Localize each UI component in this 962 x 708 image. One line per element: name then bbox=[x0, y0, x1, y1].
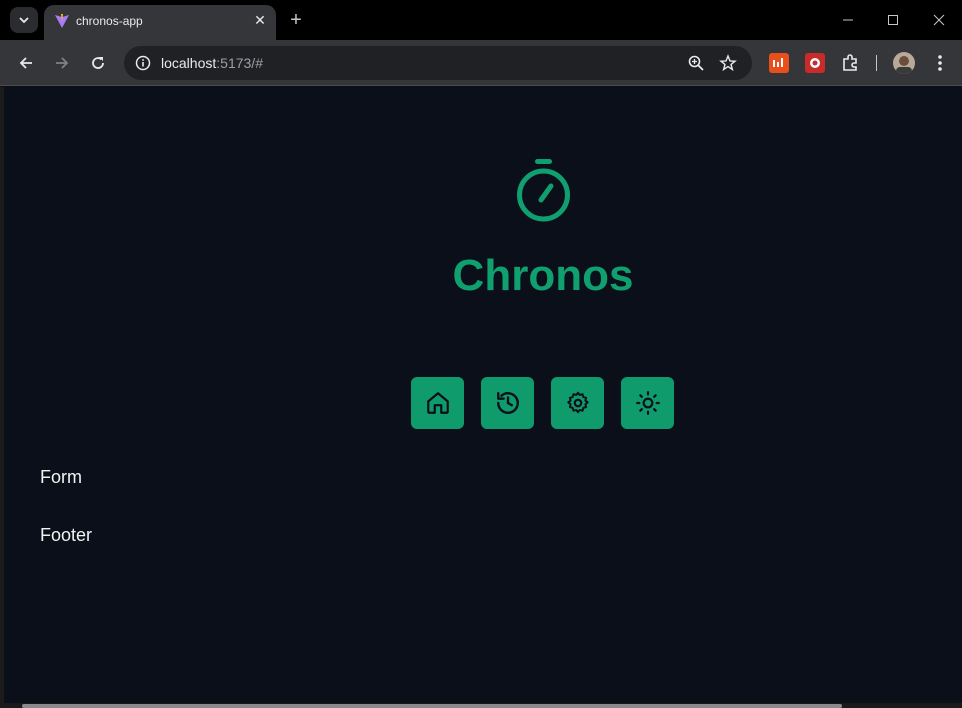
profile-avatar[interactable] bbox=[893, 52, 915, 74]
site-info-icon[interactable] bbox=[134, 54, 152, 72]
url-host: localhost bbox=[161, 55, 217, 71]
url-text[interactable]: localhost:5173/# bbox=[161, 55, 263, 71]
history-icon bbox=[496, 392, 519, 414]
maximize-window-icon[interactable] bbox=[883, 10, 903, 30]
close-window-icon[interactable] bbox=[929, 10, 949, 30]
settings-gear-icon bbox=[566, 391, 589, 414]
new-tab-button[interactable]: + bbox=[286, 10, 306, 30]
arrow-right-icon bbox=[56, 57, 69, 69]
toolbar-divider bbox=[876, 55, 877, 71]
arrow-left-icon bbox=[19, 57, 32, 69]
bookmark-star-icon[interactable] bbox=[719, 54, 737, 72]
theme-toggle-button[interactable] bbox=[621, 377, 674, 429]
footer-section-placeholder: Footer bbox=[40, 525, 93, 545]
settings-button[interactable] bbox=[551, 377, 604, 429]
app-page: Chronos Form Footer bbox=[4, 87, 962, 704]
app-title: Chronos bbox=[452, 251, 634, 300]
forward-button[interactable] bbox=[50, 51, 74, 75]
more-menu-icon[interactable] bbox=[928, 51, 952, 75]
back-button[interactable] bbox=[14, 51, 38, 75]
url-path: :5173/# bbox=[216, 55, 263, 71]
browser-toolbar: localhost:5173/# bbox=[0, 40, 962, 86]
tab-search-button[interactable] bbox=[10, 7, 38, 33]
extension-one-icon[interactable] bbox=[769, 53, 789, 73]
chevron-down-icon bbox=[19, 17, 29, 24]
app-nav bbox=[411, 377, 674, 429]
home-icon bbox=[426, 392, 449, 414]
stopwatch-logo-icon bbox=[517, 159, 570, 222]
reload-icon bbox=[92, 57, 104, 69]
address-bar[interactable]: localhost:5173/# bbox=[124, 46, 752, 80]
reload-button[interactable] bbox=[86, 51, 110, 75]
tab-title: chronos-app bbox=[76, 14, 143, 28]
horizontal-scrollbar-thumb[interactable] bbox=[22, 704, 842, 708]
extensions-puzzle-icon[interactable] bbox=[840, 53, 860, 73]
history-button[interactable] bbox=[481, 377, 534, 429]
browser-tab-active[interactable]: chronos-app ✕ bbox=[44, 5, 276, 40]
browser-titlebar: chronos-app ✕ + bbox=[0, 0, 962, 40]
tab-close-icon[interactable]: ✕ bbox=[252, 12, 268, 28]
zoom-icon[interactable] bbox=[687, 54, 705, 72]
vite-logo-icon bbox=[55, 14, 69, 28]
home-button[interactable] bbox=[411, 377, 464, 429]
extension-two-icon[interactable] bbox=[805, 53, 825, 73]
sun-theme-icon bbox=[635, 391, 660, 415]
form-section-placeholder: Form bbox=[40, 467, 82, 487]
minimize-window-icon[interactable] bbox=[838, 10, 858, 30]
